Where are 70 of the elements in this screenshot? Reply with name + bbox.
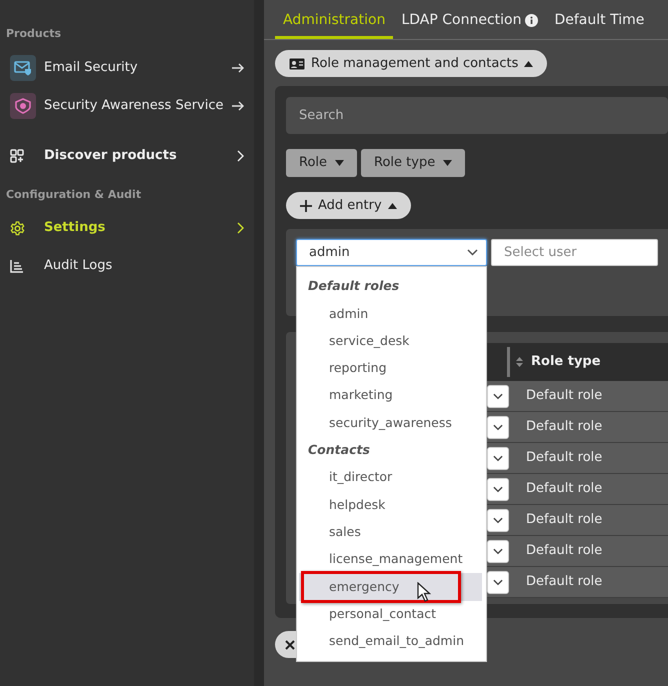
role-select[interactable] [487,508,509,532]
sidebar-item[interactable]: Security Awareness Service [0,86,254,124]
table-cell-text: Default role [525,511,602,530]
dropdown-option[interactable]: security_awareness [299,409,482,437]
chevron-down-icon [467,249,478,256]
dropdown-option[interactable]: service_desk [299,328,482,355]
role-select[interactable] [487,478,509,500]
chevron-down-icon [493,516,503,524]
shield-icon [15,98,31,114]
arrow-right-icon [232,62,244,72]
caret-down-icon [335,160,344,166]
sidebar-item[interactable]: Audit Logs [0,247,254,285]
dropdown-option[interactable]: send_email_to_admin [299,628,482,656]
tab[interactable]: Default Time [546,0,652,39]
chevron-down-icon [493,392,503,400]
column-header[interactable]: Role type [507,347,601,377]
group-heading: Contacts [307,441,371,460]
user-select[interactable]: Select user [491,239,658,266]
add-entry-button[interactable]: Add entry [286,192,411,219]
section-heading: Configuration & Audit [5,186,142,202]
table-cell-text: Default role [525,418,602,436]
dropdown-option[interactable]: emergency [299,573,482,601]
role-select[interactable] [487,384,509,408]
role-select[interactable] [487,416,509,438]
arrow-right-icon [232,100,244,110]
dropdown-option[interactable]: license_management [299,546,482,574]
role-select[interactable] [487,570,509,594]
tab[interactable]: LDAP Connection [393,0,546,39]
chevron-down-icon [493,578,503,586]
sidebar-item[interactable]: Discover products [0,136,254,174]
dropdown-option[interactable]: sales [299,518,482,546]
gear-icon [10,220,25,236]
chevron-right-icon [237,150,244,162]
chevron-right-icon [237,222,244,234]
tab[interactable]: Administration [275,0,394,39]
bar-chart-icon [10,259,24,273]
mail-shield-icon [14,60,32,76]
close-icon [285,640,295,650]
dropdown-option[interactable]: it_director [299,464,482,492]
table-cell-text: Default role [525,449,602,468]
role-select[interactable] [487,540,509,562]
role-select[interactable] [487,446,509,470]
table-cell-text: Default role [525,480,602,498]
sidebar-item[interactable]: Email Security [0,48,254,86]
plus-icon [300,200,312,212]
dropdown-option[interactable]: personal_contact [299,600,482,628]
table-cell-text: Default role [525,387,602,406]
section-heading: Products [5,26,62,42]
table-cell-text: Default role [525,573,602,592]
chevron-down-icon [493,486,503,492]
table-cell-text: Default role [525,542,602,560]
sidebar-item[interactable]: Settings [0,209,254,247]
contact-card-icon [289,58,305,70]
chevron-down-icon [493,548,503,554]
cursor-icon [417,582,431,602]
chevron-down-icon [493,454,503,462]
dropdown-option[interactable]: reporting [299,354,482,382]
sort-icon [516,357,523,367]
dropdown-option[interactable]: admin [299,300,482,328]
search-field[interactable]: Search [286,97,668,134]
dropdown-option[interactable]: helpdesk [299,491,482,519]
filter-button[interactable]: Role type [361,149,466,177]
role-select[interactable]: admin [296,239,487,266]
caret-down-icon [443,160,452,166]
filter-button[interactable]: Role [286,149,358,177]
group-heading: Default roles [307,277,400,296]
section-toggle-button[interactable]: Role management and contacts [275,50,548,77]
chevron-down-icon [493,424,503,430]
grid-plus-icon [10,148,24,162]
dropdown-option[interactable]: marketing [299,382,482,410]
